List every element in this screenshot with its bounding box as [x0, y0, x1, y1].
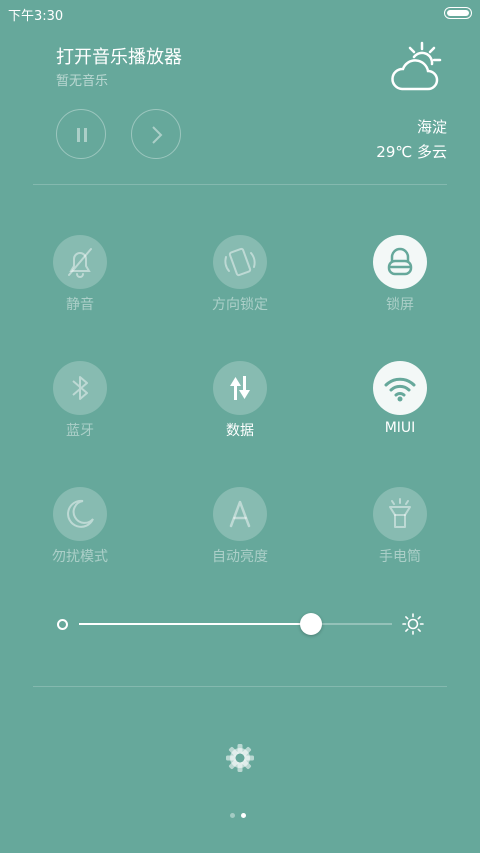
battery-icon: [444, 7, 472, 19]
mute-bell-icon: [68, 248, 92, 278]
music-status: 暂无音乐: [56, 74, 109, 89]
toggle-circle: [213, 361, 267, 415]
weather-temperature: 29℃ 多云: [376, 143, 447, 161]
status-bar: 下午3:30: [0, 0, 480, 26]
toggle-circle: [53, 487, 107, 541]
partly-cloudy-icon: [388, 40, 450, 94]
next-button[interactable]: [131, 109, 181, 159]
toggle-mobile-data[interactable]: 数据: [180, 361, 300, 451]
page-indicator: [230, 813, 250, 819]
status-time: 下午3:30: [8, 9, 64, 24]
toggle-circle: [53, 361, 107, 415]
toggle-label: 静音: [66, 297, 94, 313]
divider: [33, 686, 447, 687]
auto-brightness-icon: [229, 500, 251, 528]
toggle-circle: [373, 235, 427, 289]
toggle-bluetooth[interactable]: 蓝牙: [20, 361, 140, 451]
toggle-flashlight[interactable]: 手电筒: [340, 487, 460, 577]
wifi-icon: [384, 377, 416, 402]
page-dot: [230, 813, 235, 818]
page-dot: [241, 813, 246, 818]
chevron-right-icon: [152, 126, 163, 144]
weather-city: 海淀: [416, 118, 447, 136]
moon-icon: [67, 499, 94, 528]
toggle-label: 勿扰模式: [52, 549, 108, 565]
pause-icon: [77, 128, 87, 142]
toggle-label: 方向锁定: [212, 297, 268, 313]
toggle-mute[interactable]: 静音: [20, 235, 140, 325]
lock-icon: [387, 247, 413, 276]
toggle-lock-screen[interactable]: 锁屏: [340, 235, 460, 325]
toggle-auto-brightness[interactable]: 自动亮度: [180, 487, 300, 577]
music-player-title[interactable]: 打开音乐播放器: [56, 43, 182, 69]
toggle-label: MIUI: [384, 420, 416, 436]
toggle-label: 锁屏: [386, 297, 414, 313]
toggle-circle: [213, 235, 267, 289]
brightness-slider[interactable]: [79, 613, 392, 635]
rotation-lock-icon: [224, 247, 256, 277]
brightness-slider-thumb[interactable]: [299, 613, 322, 635]
brightness-slider-fill: [79, 623, 311, 625]
brightness-high-icon: [402, 613, 424, 639]
toggle-label: 自动亮度: [212, 549, 268, 565]
bluetooth-icon: [72, 376, 88, 400]
toggle-label: 数据: [226, 423, 254, 439]
settings-gear-icon[interactable]: [224, 742, 256, 774]
divider: [33, 184, 447, 185]
brightness-low-icon: [57, 619, 68, 630]
toggle-circle: [373, 361, 427, 415]
mobile-data-icon: [230, 376, 250, 400]
toggle-circle: [213, 487, 267, 541]
toggle-do-not-disturb[interactable]: 勿扰模式: [20, 487, 140, 577]
toggle-circle: [53, 235, 107, 289]
flashlight-icon: [389, 498, 411, 528]
toggle-wifi[interactable]: MIUI: [340, 361, 460, 451]
toggle-label: 手电筒: [379, 549, 421, 565]
toggle-rotation-lock[interactable]: 方向锁定: [180, 235, 300, 325]
battery-level: [447, 10, 469, 16]
toggle-label: 蓝牙: [66, 423, 94, 439]
toggle-circle: [373, 487, 427, 541]
pause-button[interactable]: [56, 109, 106, 159]
